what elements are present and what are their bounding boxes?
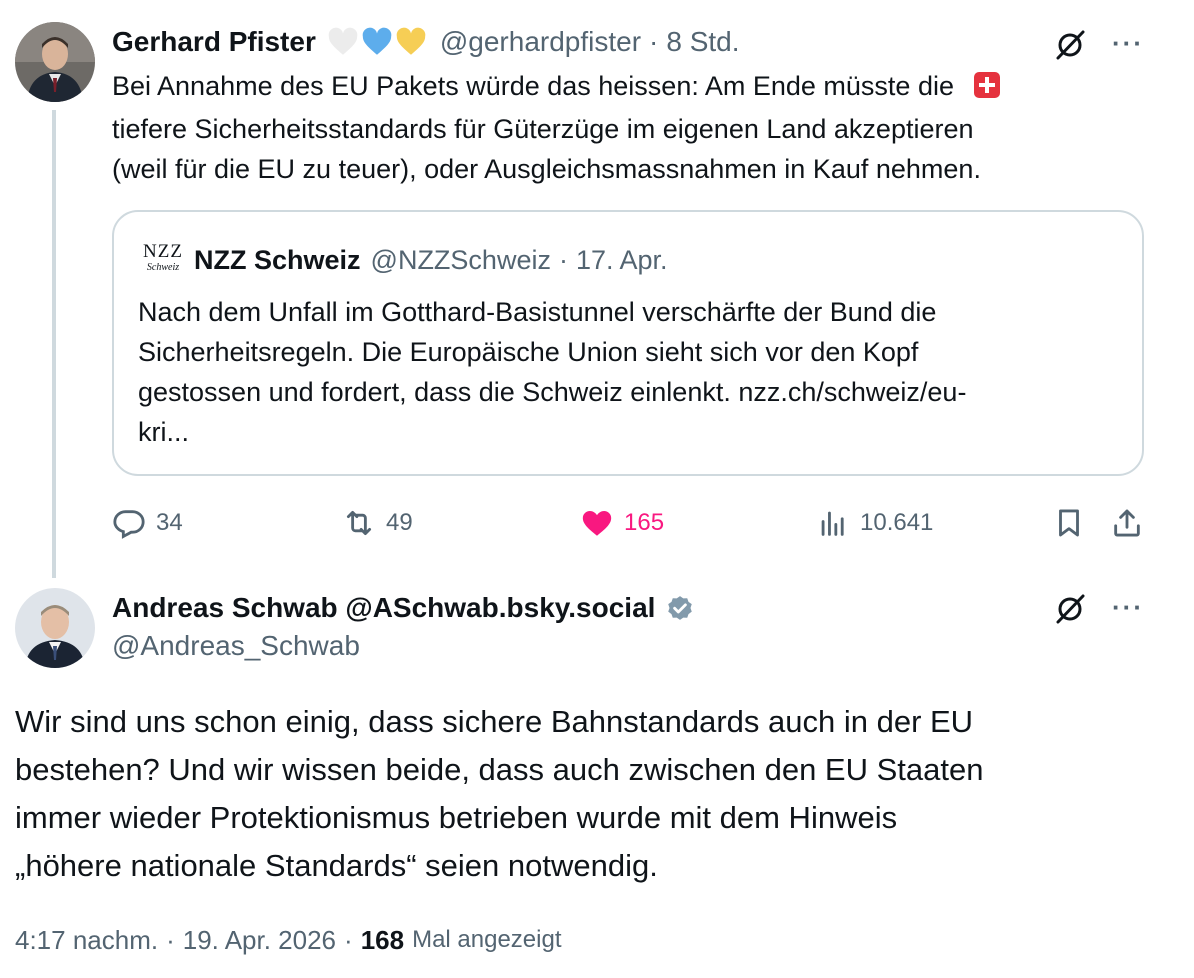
- tweet2-meta: 4:17 nachm. · 19. Apr. 2026 · 168 Mal an…: [15, 922, 562, 958]
- emoji-hearts: [326, 25, 428, 59]
- tweet-time[interactable]: 8 Std.: [666, 26, 739, 58]
- quoted-tweet-card[interactable]: NZZ Schweiz NZZ Schweiz @NZZSchweiz · 17…: [112, 210, 1144, 476]
- nzz-logo: NZZ Schweiz: [140, 242, 186, 278]
- verified-badge-icon: [663, 591, 697, 625]
- views-count: 168: [360, 924, 405, 955]
- heart-filled-icon: [582, 510, 612, 536]
- meta-separator: ·: [344, 924, 353, 955]
- reply-count: 34: [156, 509, 183, 536]
- quote-text-line: Sicherheitsregeln. Die Europäische Union…: [138, 337, 919, 367]
- tweet-text-line: Bei Annahme des EU Pakets würde das heis…: [112, 71, 954, 101]
- tweet-text-line: Wir sind uns schon einig, dass sichere B…: [15, 704, 974, 739]
- grok-icon[interactable]: [1052, 590, 1088, 631]
- quote-text-line: kri...: [138, 417, 189, 447]
- post-date[interactable]: 19. Apr. 2026: [183, 925, 336, 956]
- more-options-icon[interactable]: ···: [1112, 592, 1144, 623]
- bookmark-button[interactable]: [1052, 506, 1096, 540]
- author-handle[interactable]: @gerhardpfister: [440, 26, 641, 58]
- meta-separator: ·: [166, 924, 175, 955]
- author-name[interactable]: Gerhard Pfister: [112, 26, 316, 58]
- avatar-andreas-schwab[interactable]: [15, 588, 95, 668]
- swiss-flag-icon: [973, 69, 1000, 109]
- tweet2-text: Wir sind uns schon einig, dass sichere B…: [15, 698, 1175, 890]
- header-separator: ·: [649, 26, 659, 57]
- yellow-heart-icon: [394, 25, 428, 59]
- quote-text: Nach dem Unfall im Gotthard-Basistunnel …: [138, 292, 1128, 452]
- like-button[interactable]: 165: [580, 506, 664, 540]
- post-time[interactable]: 4:17 nachm.: [15, 925, 158, 956]
- author-handle[interactable]: @Andreas_Schwab: [112, 630, 360, 662]
- thread-connector-line: [52, 110, 56, 578]
- nzz-logo-text: NZZ: [143, 241, 183, 262]
- views-button[interactable]: 10.641: [816, 506, 933, 540]
- quote-separator: ·: [558, 244, 568, 275]
- retweet-count: 49: [386, 509, 413, 536]
- tweet-text-line: tiefere Sicherheitsstandards für Güterzü…: [112, 114, 974, 144]
- tweet-text-line: „höhere nationale Standards“ seien notwe…: [15, 848, 658, 883]
- quote-author-handle[interactable]: @NZZSchweiz: [371, 245, 551, 276]
- tweet-text-line: (weil für die EU zu teuer), oder Ausglei…: [112, 154, 981, 184]
- share-icon: [1114, 509, 1140, 537]
- tweet1-text: Bei Annahme des EU Pakets würde das heis…: [112, 66, 1112, 189]
- like-count: 165: [624, 509, 665, 536]
- analytics-icon: [821, 511, 844, 536]
- reply-button[interactable]: 34: [112, 506, 183, 540]
- white-heart-icon: [326, 25, 360, 59]
- share-button[interactable]: [1110, 506, 1154, 540]
- quote-text-line: Nach dem Unfall im Gotthard-Basistunnel …: [138, 297, 937, 327]
- quote-header: NZZ Schweiz @NZZSchweiz · 17. Apr.: [194, 242, 668, 278]
- reply-icon: [113, 510, 145, 539]
- blue-heart-icon: [360, 25, 394, 59]
- quote-author-name[interactable]: NZZ Schweiz: [194, 245, 361, 276]
- bookmark-icon: [1059, 509, 1079, 537]
- retweet-icon: [346, 510, 372, 536]
- author-name[interactable]: Andreas Schwab @ASchwab.bsky.social: [112, 592, 655, 624]
- tweet-text-line: immer wieder Protektionismus betrieben w…: [15, 800, 898, 835]
- quote-text-line: gestossen und fordert, dass die Schweiz …: [138, 377, 967, 407]
- retweet-button[interactable]: 49: [342, 506, 413, 540]
- views-count: 10.641: [860, 509, 934, 536]
- nzz-logo-subtext: Schweiz: [146, 262, 180, 273]
- views-label: Mal angezeigt: [412, 926, 562, 953]
- tweet2-header: Andreas Schwab @ASchwab.bsky.social: [112, 590, 697, 626]
- tweet-text-line: bestehen? Und wir wissen beide, dass auc…: [15, 752, 984, 787]
- quote-time[interactable]: 17. Apr.: [576, 245, 668, 276]
- tweet1-header: Gerhard Pfister @gerhardpfister · 8 Std.: [112, 24, 740, 60]
- grok-icon[interactable]: [1052, 26, 1088, 67]
- avatar-gerhard-pfister[interactable]: [15, 22, 95, 102]
- more-options-icon[interactable]: ···: [1112, 28, 1144, 59]
